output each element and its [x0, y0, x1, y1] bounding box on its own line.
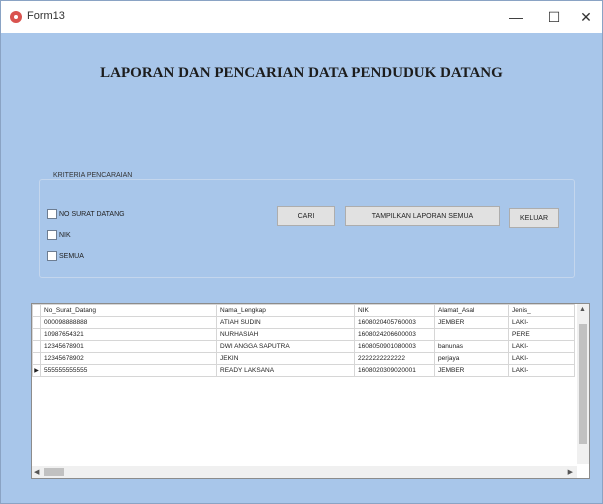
form-window: Form13 — ☐ ✕ LAPORAN DAN PENCARIAN DATA …: [0, 0, 603, 504]
data-grid[interactable]: No_Surat_Datang Nama_Lengkap NIK Alamat_…: [31, 303, 590, 479]
column-header[interactable]: Nama_Lengkap: [216, 304, 355, 317]
checkbox-semua[interactable]: SEMUA: [47, 251, 84, 261]
table-cell[interactable]: 1608050901080003: [354, 340, 435, 353]
table-cell[interactable]: 1608020405760003: [354, 316, 435, 329]
table-row[interactable]: 12345678901 DWI ANGGA SAPUTRA 1608050901…: [32, 340, 575, 353]
table-cell[interactable]: 12345678901: [40, 340, 217, 353]
table-cell[interactable]: READY LAKSANA: [216, 364, 355, 377]
column-header[interactable]: Jenis_: [508, 304, 575, 317]
criteria-label: KRITERIA PENCARAIAN: [53, 172, 133, 179]
current-row-marker-icon[interactable]: ▶: [32, 364, 41, 377]
horizontal-scroll-thumb[interactable]: [44, 468, 64, 476]
window-title: Form13: [27, 10, 65, 22]
table-row[interactable]: 10987654321 NURHASIAH 1608024206600003 P…: [32, 328, 575, 341]
scroll-up-icon[interactable]: ▲: [579, 306, 586, 313]
table-cell[interactable]: LAKI-: [508, 364, 575, 377]
checkbox-box[interactable]: [47, 230, 57, 240]
row-header-cell[interactable]: [32, 340, 41, 353]
table-cell[interactable]: LAKI-: [508, 352, 575, 365]
minimize-button[interactable]: —: [501, 7, 531, 27]
table-cell[interactable]: LAKI-: [508, 316, 575, 329]
table-cell[interactable]: JEKIN: [216, 352, 355, 365]
table-cell[interactable]: NURHASIAH: [216, 328, 355, 341]
checkbox-no-surat-datang[interactable]: NO SURAT DATANG: [47, 209, 125, 219]
vertical-scrollbar[interactable]: ▲: [577, 304, 589, 464]
table-cell[interactable]: DWI ANGGA SAPUTRA: [216, 340, 355, 353]
table-cell[interactable]: 1608024206600003: [354, 328, 435, 341]
table-cell[interactable]: [434, 328, 509, 341]
grid-header-row: No_Surat_Datang Nama_Lengkap NIK Alamat_…: [32, 304, 575, 317]
grid-table: No_Surat_Datang Nama_Lengkap NIK Alamat_…: [32, 304, 575, 377]
table-row[interactable]: 000098888888 ATIAH SUDIN 160802040576000…: [32, 316, 575, 329]
checkbox-nik[interactable]: NIK: [47, 230, 71, 240]
title-bar[interactable]: Form13 — ☐ ✕: [1, 1, 602, 33]
table-cell[interactable]: PERE: [508, 328, 575, 341]
table-cell[interactable]: 000098888888: [40, 316, 217, 329]
checkbox-label: NIK: [59, 231, 71, 239]
table-cell[interactable]: 1608020309020001: [354, 364, 435, 377]
table-cell[interactable]: 2222222222222: [354, 352, 435, 365]
table-cell[interactable]: 12345678902: [40, 352, 217, 365]
checkbox-label: SEMUA: [59, 252, 84, 260]
table-cell[interactable]: 555555555555: [40, 364, 217, 377]
keluar-button[interactable]: KELUAR: [509, 208, 559, 228]
checkbox-label: NO SURAT DATANG: [59, 210, 125, 218]
row-header-cell[interactable]: [32, 328, 41, 341]
table-cell[interactable]: banunas: [434, 340, 509, 353]
scroll-right-icon[interactable]: ▶: [568, 468, 573, 476]
scroll-left-icon[interactable]: ◀: [34, 468, 39, 476]
cari-button[interactable]: CARI: [277, 206, 335, 226]
criteria-groupbox: [39, 179, 575, 278]
table-cell[interactable]: 10987654321: [40, 328, 217, 341]
column-header[interactable]: Alamat_Asal: [434, 304, 509, 317]
table-cell[interactable]: LAKI-: [508, 340, 575, 353]
table-cell[interactable]: JEMBER: [434, 316, 509, 329]
app-icon: [10, 11, 22, 23]
page-title: LAPORAN DAN PENCARIAN DATA PENDUDUK DATA…: [100, 65, 503, 81]
checkbox-box[interactable]: [47, 209, 57, 219]
close-button[interactable]: ✕: [571, 7, 601, 27]
vertical-scroll-thumb[interactable]: [579, 324, 587, 444]
table-row[interactable]: 12345678902 JEKIN 2222222222222 perjaya …: [32, 352, 575, 365]
tampilkan-laporan-button[interactable]: TAMPILKAN LAPORAN SEMUA: [345, 206, 500, 226]
row-header-cell[interactable]: [32, 352, 41, 365]
table-cell[interactable]: ATIAH SUDIN: [216, 316, 355, 329]
table-cell[interactable]: perjaya: [434, 352, 509, 365]
horizontal-scrollbar[interactable]: ◀ ▶: [32, 466, 577, 478]
maximize-button[interactable]: ☐: [539, 7, 569, 27]
row-header-cell[interactable]: [32, 316, 41, 329]
row-header-cell: [32, 304, 41, 317]
checkbox-box[interactable]: [47, 251, 57, 261]
column-header[interactable]: NIK: [354, 304, 435, 317]
table-cell[interactable]: JEMBER: [434, 364, 509, 377]
column-header[interactable]: No_Surat_Datang: [40, 304, 217, 317]
table-row-current[interactable]: ▶ 555555555555 READY LAKSANA 16080203090…: [32, 364, 575, 377]
